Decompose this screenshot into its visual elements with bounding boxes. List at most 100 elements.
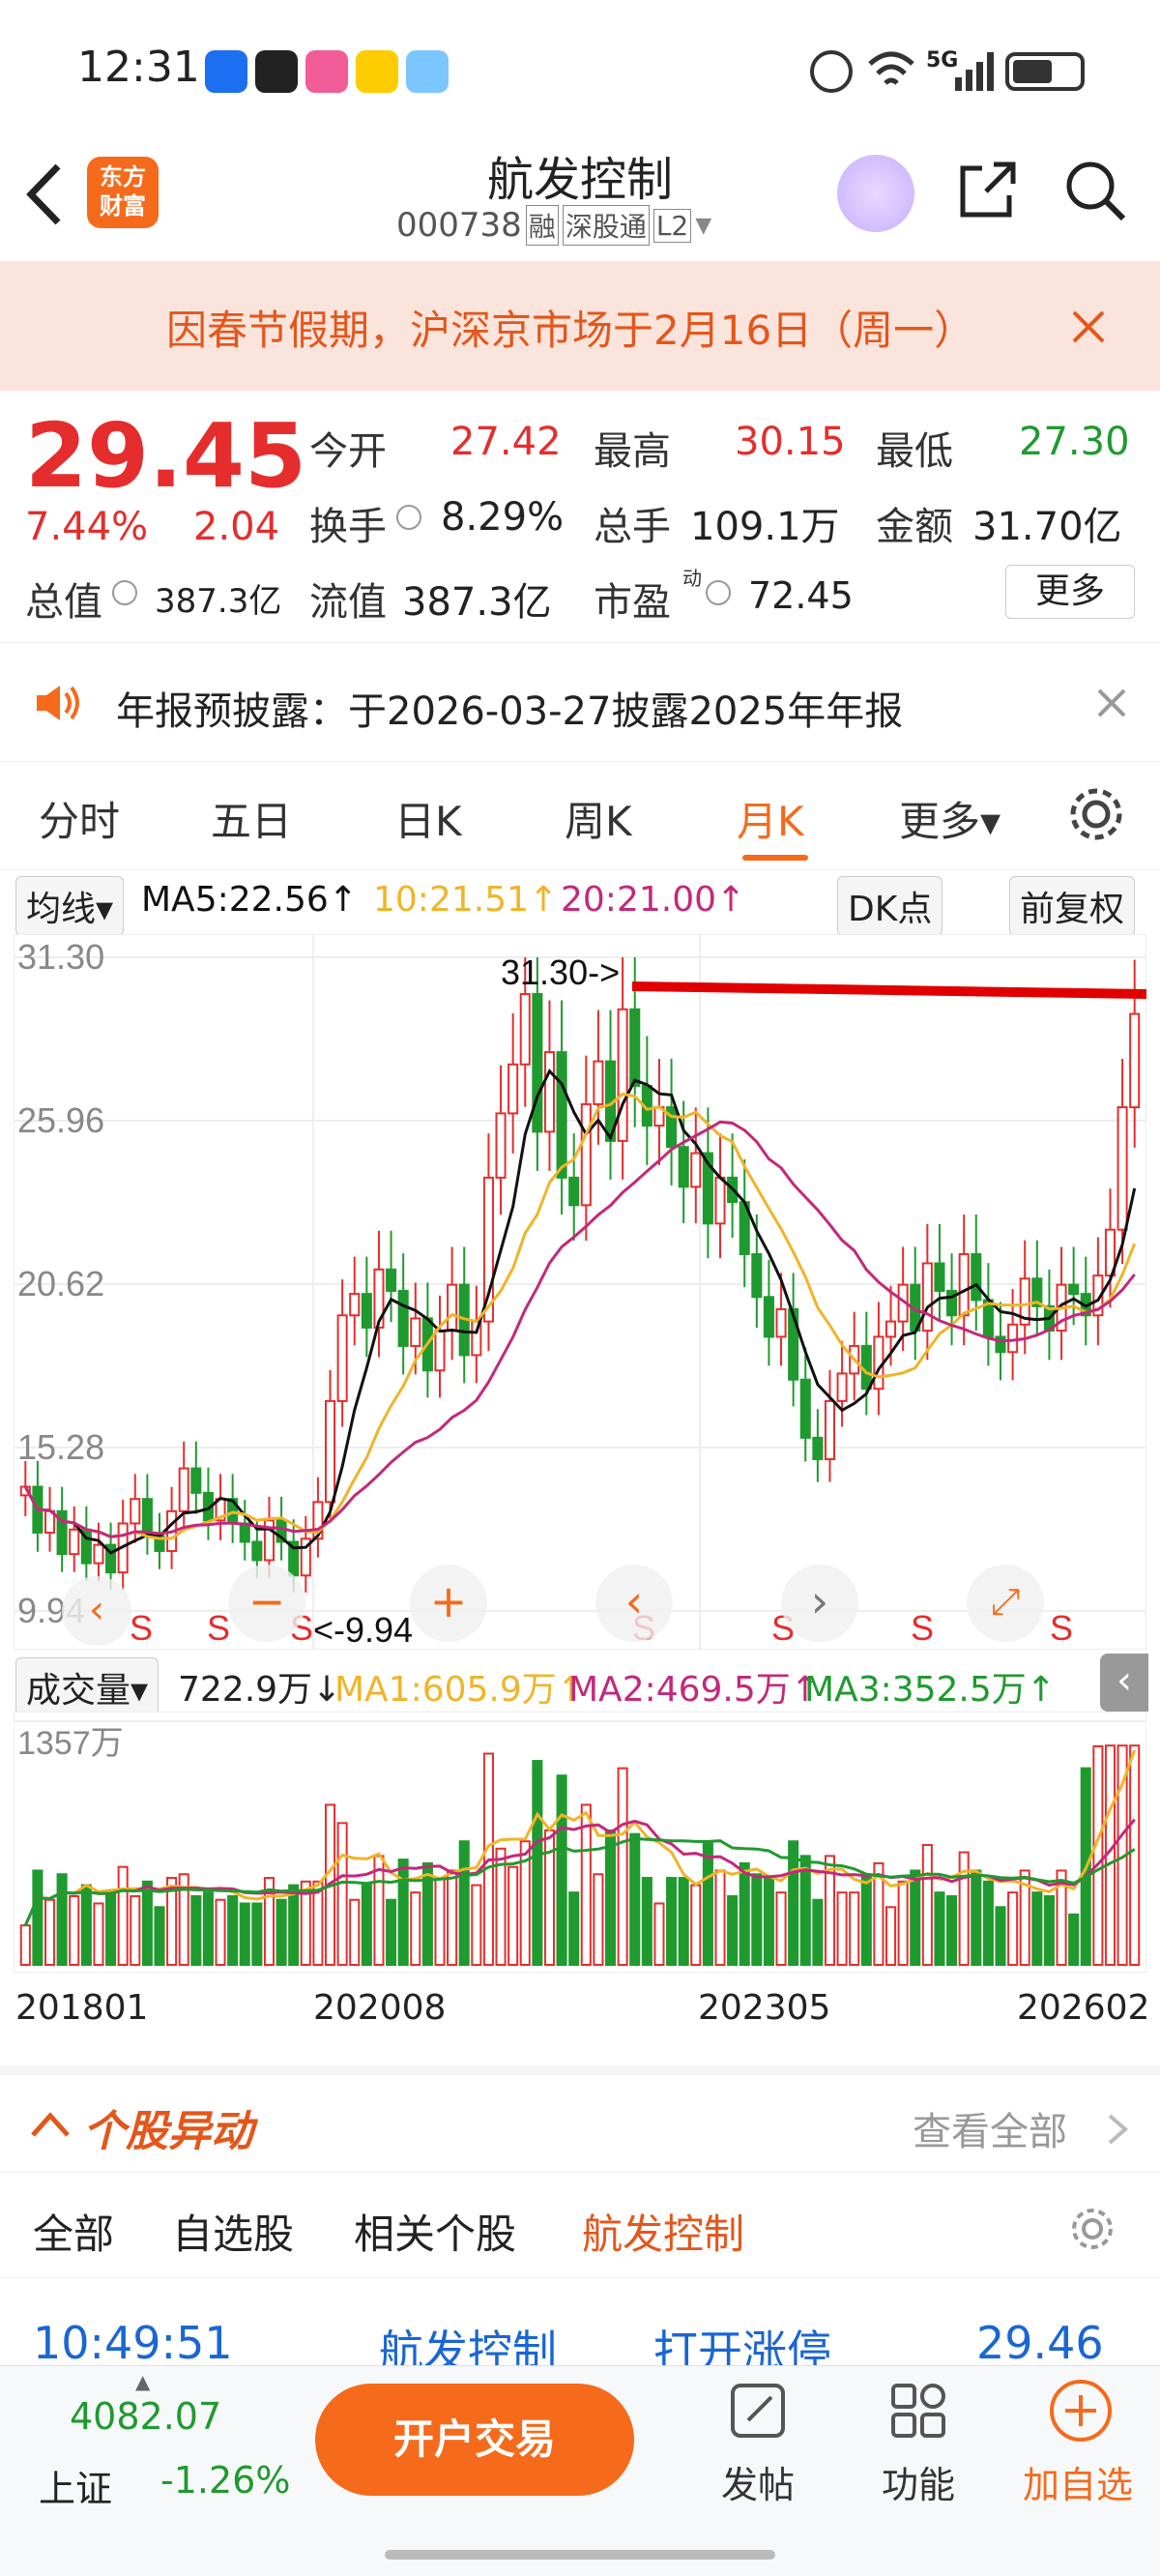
volume-bar [56, 1873, 68, 1966]
volume-label: 总手 [594, 505, 671, 549]
index-change[interactable]: -1.26% [160, 2459, 290, 2502]
volume-bar [508, 1865, 519, 1966]
volume-bar [702, 1840, 713, 1966]
caret-up-icon: ▲ [135, 2370, 151, 2393]
trade-button[interactable]: 开户交易 [315, 2384, 634, 2496]
filter-watchlist[interactable]: 自选股 [172, 2202, 294, 2261]
volume-bar [32, 1869, 44, 1966]
tab-monthly-k[interactable]: 月K [737, 789, 804, 848]
close-icon[interactable] [1096, 688, 1127, 718]
volume-bar [19, 1924, 31, 1966]
collapse-panel-icon[interactable]: ‹ [1100, 1654, 1148, 1712]
sell-signal-marker: S [207, 1608, 230, 1648]
movement-filters: 全部 自选股 相关个股 航发控制 [0, 2172, 1160, 2278]
mktcap-label: 总值 [25, 580, 102, 625]
candle-body [884, 1320, 897, 1338]
candle-body [93, 1543, 104, 1565]
vol-ma1: MA1:605.9万↑ [334, 1670, 586, 1710]
volume-bar [580, 1803, 592, 1966]
ma-type-select[interactable]: 均线▾ [15, 876, 125, 936]
volume-type-select[interactable]: 成交量▾ [15, 1657, 160, 1717]
more-button[interactable]: 更多 [1005, 565, 1135, 619]
post-icon[interactable] [727, 2380, 789, 2442]
chevron-right-icon[interactable] [1106, 2112, 1129, 2147]
candle-body [812, 1436, 824, 1461]
chevron-up-icon[interactable] [29, 2110, 72, 2139]
pe-value: 72.45 [748, 574, 854, 617]
chevron-down-icon[interactable]: ▼ [695, 214, 711, 238]
tab-daily-k[interactable]: 日K [394, 789, 462, 848]
scroll-forward-icon[interactable]: › [781, 1565, 858, 1642]
volume-bar [141, 1880, 153, 1966]
volume-bar [739, 1861, 750, 1966]
scroll-left-icon[interactable]: ‹ [62, 1576, 131, 1646]
volume-bar [288, 1884, 300, 1966]
candle-body [141, 1498, 153, 1537]
gear-icon[interactable] [1069, 2206, 1116, 2252]
volume-chart[interactable]: 1357万 [14, 1712, 1146, 1973]
close-icon[interactable] [1071, 309, 1106, 344]
volume-value: 109.1万 [690, 505, 840, 549]
candle-body [934, 1262, 945, 1292]
movement-price: 29.46 [976, 2317, 1104, 2365]
share-icon[interactable] [957, 159, 1019, 220]
tab-weekly-k[interactable]: 周K [565, 789, 632, 848]
filter-this-stock[interactable]: 航发控制 [582, 2202, 744, 2261]
change-amount: 2.04 [193, 505, 280, 549]
candle-body [799, 1378, 811, 1439]
volume-bar [666, 1877, 678, 1966]
candle-body [775, 1307, 787, 1338]
volume-bar [447, 1869, 458, 1966]
ma20-value: 20:21.00↑ [561, 880, 746, 920]
functions-icon[interactable] [887, 2380, 949, 2442]
volume-bar [678, 1877, 689, 1966]
candle-body [629, 1008, 641, 1087]
candle-body [1068, 1283, 1080, 1296]
tab-five-day[interactable]: 五日 [211, 789, 292, 848]
scroll-back-icon[interactable]: ‹ [595, 1565, 673, 1642]
adjust-mode-button[interactable]: 前复权 [1009, 876, 1136, 936]
filter-related[interactable]: 相关个股 [354, 2202, 516, 2261]
add-watchlist-label[interactable]: 加自选 [1023, 2455, 1133, 2508]
tab-more[interactable]: 更多▾ [899, 789, 1000, 848]
info-icon[interactable] [706, 580, 731, 605]
dk-point-button[interactable]: DK点 [837, 876, 943, 936]
index-name[interactable]: 上证 [39, 2459, 112, 2512]
search-icon[interactable] [1063, 159, 1127, 222]
zoom-out-icon[interactable]: − [228, 1565, 305, 1642]
tab-intraday[interactable]: 分时 [39, 789, 120, 848]
max-price-annotation: 31.30-> [501, 952, 620, 992]
info-icon[interactable] [112, 580, 137, 605]
candle-body [386, 1268, 397, 1292]
meituan-app-icon [356, 50, 398, 93]
candle-body [336, 1314, 348, 1402]
announcement-text[interactable]: 年报预披露：于2026-03-27披露2025年年报 [116, 680, 903, 736]
volume-bar [336, 1822, 348, 1966]
x-tick-label: 201801 [15, 1988, 149, 2028]
period-tabs: 分时 五日 日K 周K 月K 更多▾ [0, 764, 1160, 870]
fullscreen-icon[interactable]: ⤢ [967, 1565, 1044, 1642]
volume-value: 722.9万↓ [178, 1670, 342, 1710]
functions-label[interactable]: 功能 [882, 2455, 955, 2508]
volume-bar [995, 1906, 1006, 1966]
index-value[interactable]: 4082.07 [70, 2395, 221, 2438]
kline-chart[interactable]: 31.3025.9620.6215.289.94 31.30-><-9.94S S… [14, 934, 1146, 1650]
notification-icons [205, 50, 449, 93]
candle-body [1129, 1012, 1141, 1109]
view-all-link[interactable]: 查看全部 [913, 2100, 1067, 2156]
info-icon[interactable] [396, 505, 421, 530]
candle-body [508, 1063, 519, 1115]
candle-body [543, 1051, 556, 1133]
volume-bar [910, 1869, 921, 1966]
ai-assistant-icon[interactable] [837, 155, 914, 232]
filter-all[interactable]: 全部 [33, 2202, 114, 2261]
movement-row[interactable]: 10:49:51 航发控制 打开涨停 29.46 [0, 2305, 1160, 2365]
post-label[interactable]: 发帖 [721, 2455, 795, 2508]
candle-body [690, 1152, 702, 1188]
volume-bar [130, 1894, 141, 1967]
add-watchlist-icon[interactable] [1048, 2378, 1114, 2444]
candle-body [556, 1051, 567, 1179]
gear-icon[interactable] [1065, 783, 1127, 845]
zoom-in-icon[interactable]: + [410, 1565, 487, 1642]
signal-bars-icon [955, 48, 994, 91]
